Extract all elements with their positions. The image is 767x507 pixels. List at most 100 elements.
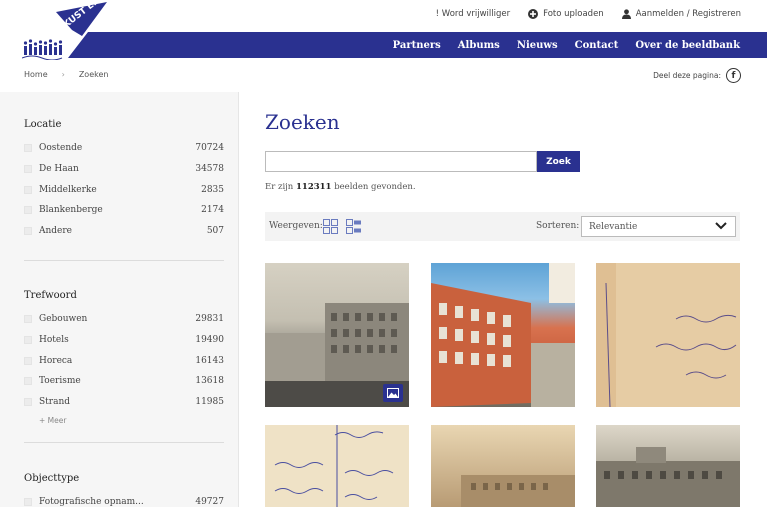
top-bar: ! Word vrijwilliger Foto uploaden Aanmel… — [0, 0, 767, 32]
facet-option-label: De Haan — [39, 164, 79, 175]
checkbox[interactable] — [24, 144, 32, 153]
facet-option-label: Toerisme — [39, 376, 81, 387]
plus-circle-icon — [528, 9, 539, 19]
facet-option-count: 507 — [206, 226, 224, 237]
facet-locatie: Locatie Oostende 70724 De Haan 34578 Midde… — [24, 119, 224, 241]
chevron-down-icon — [715, 221, 727, 234]
facet-option[interactable]: Blankenberge 2174 — [24, 200, 224, 221]
breadcrumb: Home › Zoeken — [24, 70, 108, 79]
result-image[interactable] — [265, 425, 409, 507]
handwritten-card — [274, 425, 394, 507]
nav-albums[interactable]: Albums — [458, 40, 500, 51]
divider — [24, 442, 224, 443]
breadcrumb-current: Zoeken — [78, 70, 109, 79]
facet-option-count: 16143 — [195, 355, 224, 366]
results-toolbar: Weergeven: Sorteren: Relevantie — [265, 212, 740, 241]
facet-title: Locatie — [24, 119, 62, 130]
sort-value: Relevantie — [589, 221, 638, 232]
search-input[interactable] — [265, 151, 537, 172]
facet-option-label: Oostende — [39, 143, 83, 154]
facet-option[interactable]: Middelkerke 2835 — [24, 179, 224, 200]
search-button[interactable]: Zoek — [537, 151, 580, 172]
facet-option-label: Andere — [39, 226, 73, 237]
volunteer-link[interactable]: ! Word vrijwilliger — [436, 9, 510, 19]
facet-option-count: 11985 — [195, 397, 224, 408]
sort-label: Sorteren: — [536, 221, 580, 231]
checkbox[interactable] — [24, 498, 32, 507]
facebook-icon[interactable]: f — [726, 68, 741, 83]
divider — [24, 260, 224, 261]
facet-option[interactable]: Horeca 16143 — [24, 350, 224, 371]
facet-option-label: Gebouwen — [39, 314, 88, 325]
login-register-label: Aanmelden / Registreren — [635, 9, 741, 19]
upload-photo-label: Foto uploaden — [543, 9, 604, 19]
facet-option-count: 2174 — [201, 205, 224, 216]
result-count: Er zijn 112311 beelden gevonden. — [265, 182, 416, 192]
facet-title: Trefwoord — [24, 290, 77, 301]
checkbox[interactable] — [24, 165, 32, 174]
facet-option[interactable]: Hotels 19490 — [24, 330, 224, 351]
result-suffix: beelden gevonden. — [334, 182, 416, 192]
nav-nieuws[interactable]: Nieuws — [517, 40, 558, 51]
share-label: Deel deze pagina: — [653, 71, 721, 80]
checkbox[interactable] — [24, 398, 32, 407]
facet-option-count: 34578 — [195, 164, 224, 175]
facet-trefwoord: Trefwoord Gebouwen 29831 Hotels 19490 Hore… — [24, 290, 224, 425]
hotel-photo — [431, 263, 575, 407]
page-title: Zoeken — [265, 110, 340, 134]
result-prefix: Er zijn — [265, 182, 294, 192]
facet-option-label: Middelkerke — [39, 184, 97, 195]
facet-option[interactable]: De Haan 34578 — [24, 159, 224, 180]
view-label: Weergeven: — [269, 221, 323, 231]
facet-option-label: Hotels — [39, 335, 69, 346]
nav-contact[interactable]: Contact — [575, 40, 619, 51]
checkbox[interactable] — [24, 377, 32, 386]
result-image[interactable] — [596, 263, 740, 407]
hotel-postcard — [596, 447, 740, 507]
facet-option-label: Strand — [39, 397, 71, 408]
handwritten-postcard — [605, 263, 740, 407]
facet-option-count: 2835 — [201, 184, 224, 195]
checkbox[interactable] — [24, 336, 32, 345]
grid-view-icon[interactable] — [323, 219, 338, 234]
sort-select[interactable]: Relevantie — [581, 216, 736, 237]
main-nav: Partners Albums Nieuws Contact Over de b… — [68, 32, 767, 58]
chevron-right-icon: › — [61, 70, 65, 79]
show-more-link[interactable]: + Meer — [39, 416, 224, 425]
facet-title: Objecttype — [24, 473, 80, 484]
breadcrumb-home[interactable]: Home — [24, 70, 48, 79]
facet-option[interactable]: Andere 507 — [24, 221, 224, 242]
facet-option[interactable]: Oostende 70724 — [24, 138, 224, 159]
result-image[interactable] — [265, 263, 409, 407]
result-number: 112311 — [295, 182, 332, 192]
image-type-icon — [383, 384, 403, 402]
facet-option[interactable]: Gebouwen 29831 — [24, 309, 224, 330]
facet-option-count: 29831 — [195, 314, 224, 325]
list-view-icon[interactable] — [346, 219, 361, 234]
facet-option[interactable]: Fotografische opnam... 49727 — [24, 492, 224, 507]
volunteer-link-label: ! Word vrijwilliger — [435, 9, 511, 19]
share-page: Deel deze pagina: f — [653, 68, 741, 83]
result-image[interactable] — [596, 425, 740, 507]
promenade-postcard — [461, 475, 575, 507]
checkbox[interactable] — [24, 227, 32, 236]
nav-over-de-beeldbank[interactable]: Over de beeldbank — [635, 40, 740, 51]
facet-option-label: Horeca — [39, 355, 73, 366]
facet-option-label: Blankenberge — [39, 205, 103, 216]
facet-option[interactable]: Toerisme 13618 — [24, 371, 224, 392]
facet-objecttype: Objecttype Fotografische opnam... 49727 — [24, 473, 224, 507]
checkbox[interactable] — [24, 356, 32, 365]
nav-partners[interactable]: Partners — [393, 40, 441, 51]
user-icon — [621, 9, 631, 19]
checkbox[interactable] — [24, 315, 32, 324]
result-image[interactable] — [431, 425, 575, 507]
facet-option[interactable]: Strand 11985 — [24, 392, 224, 413]
facet-option-count: 49727 — [195, 497, 224, 507]
login-register-link[interactable]: Aanmelden / Registreren — [621, 9, 741, 19]
checkbox[interactable] — [24, 206, 32, 215]
checkbox[interactable] — [24, 185, 32, 194]
upload-photo-link[interactable]: Foto uploaden — [528, 9, 604, 19]
result-image[interactable] — [431, 263, 575, 407]
facet-option-count: 19490 — [195, 335, 224, 346]
facet-option-count: 70724 — [195, 143, 224, 154]
